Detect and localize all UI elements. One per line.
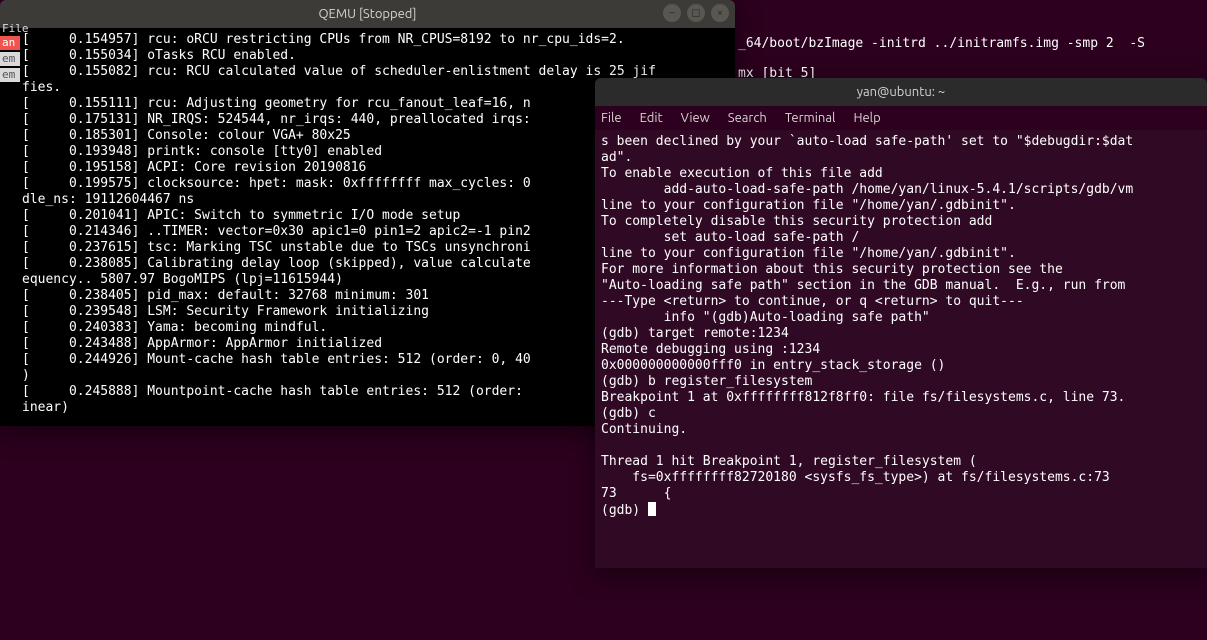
bg-cmd-line1: _64/boot/bzImage -initrd ../initramfs.im… bbox=[738, 36, 1145, 51]
menu-file[interactable]: File bbox=[601, 106, 622, 130]
qemu-titlebar[interactable]: QEMU [Stopped] – ◻ × bbox=[0, 0, 735, 28]
maximize-icon[interactable]: ◻ bbox=[687, 4, 705, 22]
close-icon[interactable]: × bbox=[711, 4, 729, 22]
menu-edit[interactable]: Edit bbox=[640, 106, 663, 130]
gnome-titlebar[interactable]: yan@ubuntu: ~ bbox=[595, 78, 1207, 106]
menu-search[interactable]: Search bbox=[728, 106, 767, 130]
gnome-terminal-text: s been declined by your `auto-load safe-… bbox=[601, 134, 1133, 518]
qemu-side-badge-b1: em bbox=[0, 52, 20, 66]
terminal-cursor bbox=[648, 502, 656, 516]
qemu-title: QEMU [Stopped] bbox=[318, 7, 416, 21]
gnome-terminal-output[interactable]: s been declined by your `auto-load safe-… bbox=[595, 130, 1207, 568]
qemu-side-badge-b2: em bbox=[0, 68, 20, 82]
gnome-terminal-window: yan@ubuntu: ~ File Edit View Search Term… bbox=[595, 78, 1207, 568]
minimize-icon[interactable]: – bbox=[663, 4, 681, 22]
qemu-side-badge-a: an bbox=[0, 36, 20, 50]
gnome-title: yan@ubuntu: ~ bbox=[857, 85, 946, 99]
menu-terminal[interactable]: Terminal bbox=[785, 106, 836, 130]
qemu-side-menu-file[interactable]: File bbox=[0, 22, 20, 36]
menu-help[interactable]: Help bbox=[853, 106, 880, 130]
qemu-side-panel: File an em em bbox=[0, 22, 20, 82]
menu-view[interactable]: View bbox=[681, 106, 710, 130]
gnome-menubar: File Edit View Search Terminal Help bbox=[595, 106, 1207, 130]
